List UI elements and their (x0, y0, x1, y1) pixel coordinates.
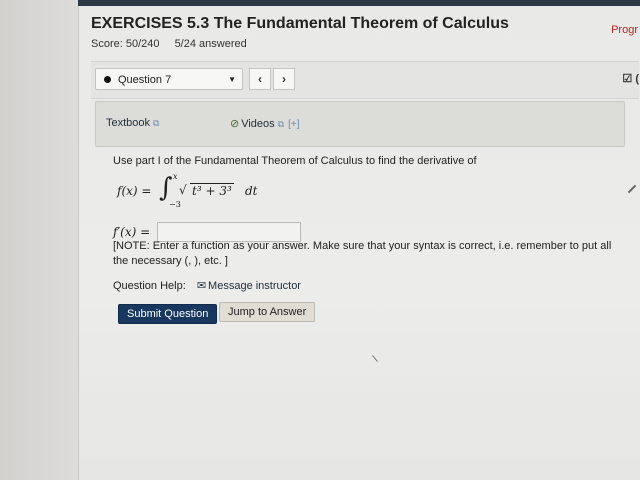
question-help: Question Help: ✉ Message instructor (113, 279, 301, 292)
question-nav: Question 7 ▼ ‹ › ☑ ( (91, 61, 639, 99)
dropdown-caret-icon: ▼ (228, 75, 236, 84)
question-select-label: Question 7 (118, 74, 172, 86)
integral-sign: ∫ (159, 173, 173, 203)
score-line: Score: 50/240 5/24 answered (91, 38, 247, 50)
lower-limit: −3 (169, 200, 181, 209)
differential: dt (245, 184, 258, 198)
message-instructor-label: Message instructor (208, 280, 301, 292)
chevron-right-icon: › (282, 72, 286, 86)
videos-label: Videos (241, 118, 275, 130)
resources-panel: Textbook ⧉ ⊘ Videos ⧉ [+] (95, 101, 625, 147)
prev-question-button[interactable]: ‹ (249, 68, 271, 90)
pen-cursor-mark (627, 184, 637, 194)
jump-to-answer-button[interactable]: Jump to Answer (219, 302, 316, 322)
submit-question-button[interactable]: Submit Question (118, 304, 218, 324)
main-page: EXERCISES 5.3 The Fundamental Theorem of… (79, 6, 640, 480)
question-help-label: Question Help: (113, 280, 186, 292)
question-prompt: Use part I of the Fundamental Theorem of… (113, 155, 477, 167)
next-question-button[interactable]: › (273, 68, 295, 90)
formula-lhs: f(x) = (117, 184, 152, 198)
radicand: t³ + 3³ (190, 183, 234, 198)
textbook-label: Textbook (106, 117, 151, 129)
mouse-cursor-mark (372, 355, 378, 362)
external-link-icon: ⧉ (277, 119, 285, 129)
textbook-link[interactable]: Textbook ⧉ (106, 117, 159, 129)
status-dot-icon (104, 76, 111, 83)
videos-link[interactable]: ⊘ Videos ⧉ [+] (230, 117, 300, 130)
chevron-left-icon: ‹ (258, 72, 262, 86)
page-title: EXERCISES 5.3 The Fundamental Theorem of… (91, 15, 509, 32)
message-instructor-link[interactable]: ✉ Message instructor (197, 280, 301, 292)
upper-limit: x (173, 172, 178, 181)
checkbox-icon[interactable]: ☑ ( (622, 72, 639, 85)
answered-count: 5/24 answered (174, 38, 247, 50)
external-link-icon: ⧉ (153, 118, 160, 128)
score-text: Score: 50/240 (91, 38, 160, 50)
syntax-note: [NOTE: Enter a function as your answer. … (113, 240, 612, 267)
progress-link[interactable]: Progr (611, 24, 638, 36)
integral-formula: f(x) = ∫ x −3 √ t³ + 3³ dt (113, 171, 293, 209)
envelope-icon: ✉ (196, 280, 207, 292)
expand-toggle[interactable]: [+] (288, 119, 299, 130)
paperclip-icon: ⊘ (230, 118, 240, 130)
question-select[interactable]: Question 7 ▼ (95, 68, 243, 90)
answer-label: f′(x) = (113, 225, 151, 239)
root-sign: √ (179, 183, 187, 197)
left-margin (0, 0, 79, 480)
